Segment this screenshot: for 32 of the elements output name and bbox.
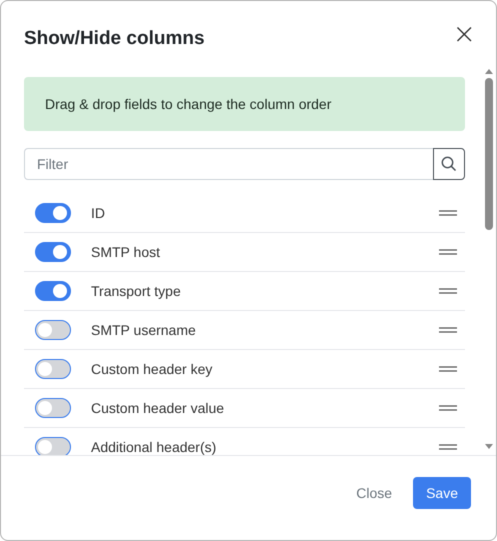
scroll-up-icon[interactable] [485,69,493,74]
filter-field[interactable]: Filter [24,148,433,180]
drag-handle-icon[interactable] [439,249,457,255]
column-label: Transport type [91,283,182,299]
drag-handle-icon[interactable] [439,210,457,216]
toggle-switch[interactable] [35,281,71,301]
scroll-down-icon[interactable] [485,444,493,449]
drag-handle-icon[interactable] [439,444,457,450]
dialog-title: Show/Hide columns [24,28,205,50]
search-icon [441,156,457,172]
scrollbar-thumb[interactable] [485,78,493,230]
drag-handle-icon[interactable] [439,405,457,411]
close-button[interactable]: × [452,25,476,43]
toggle-switch[interactable] [35,359,71,379]
toggle-switch[interactable] [35,242,71,262]
info-message: Drag & drop fields to change the column order [24,77,465,131]
column-label: Custom header value [91,400,226,416]
column-label: SMTP host [91,244,161,260]
drag-handle-icon[interactable] [439,288,457,294]
column-label: SMTP username [91,322,197,338]
toggle-switch[interactable] [35,203,71,223]
toggle-switch[interactable] [35,398,71,418]
close-button[interactable]: Close [343,477,406,509]
drag-handle-icon[interactable] [439,366,457,372]
toggle-switch[interactable] [35,437,71,455]
column-label: ID [91,205,106,221]
search-button[interactable] [433,148,465,180]
drag-handle-icon[interactable] [439,327,457,333]
save-button[interactable]: Save [413,477,471,509]
column-label: Additional header(s) [91,439,218,455]
toggle-switch[interactable] [35,320,71,340]
column-label: Custom header key [91,361,214,377]
